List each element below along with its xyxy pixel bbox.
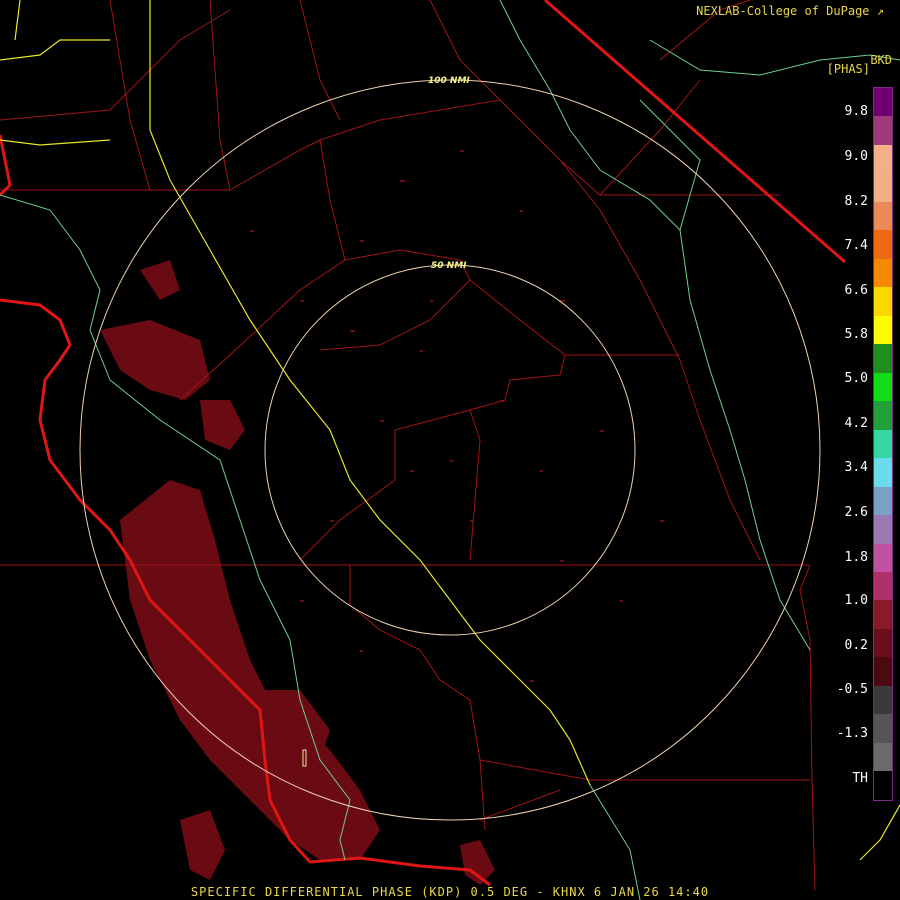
radar-map: 100 NMI 50 NMI [0,0,900,900]
legend-tick-label: TH [852,771,868,786]
legend-color-swatch [874,230,892,259]
credit-label: NEXLAB-College of DuPage ↗ [696,4,884,18]
legend-tick-label: 8.2 [844,194,868,209]
legend-tick-label: -1.3 [836,726,868,741]
legend-tick-label: 2.6 [844,505,868,520]
legend-tick-label: 5.0 [844,371,868,386]
legend-color-swatch [874,486,892,516]
legend-color-swatch [874,628,892,658]
clutter-layer [250,150,664,682]
legend-color-swatch [874,685,892,715]
state-border-diagonal [544,0,846,264]
legend-color-swatch [874,657,892,686]
secondary-lines [0,0,900,900]
radar-display: 100 NMI 50 NMI NEXLAB-College of DuPage … [0,0,900,900]
legend-color-swatch [874,571,892,601]
legend-color-swatch [874,201,892,231]
legend-color-swatch [874,600,892,629]
legend-color-swatch [874,88,892,117]
product-caption: SPECIFIC DIFFERENTIAL PHASE (KDP) 0.5 DE… [190,885,710,899]
legend-color-swatch [874,742,892,772]
legend-color-swatch [874,344,892,373]
legend-top-label: BKD [870,53,892,67]
legend-tick-label: 4.2 [844,416,868,431]
legend-tick-label: 7.4 [844,238,868,253]
range-ring-label-outer: 100 NMI [428,76,470,86]
legend-color-swatch [874,515,892,544]
legend-tick-label: 9.0 [844,149,868,164]
arrow-icon: ↗ [876,4,884,18]
legend-tick-label: -0.5 [836,682,868,697]
legend-tick-label: 9.8 [844,104,868,119]
legend-color-swatch [874,458,892,487]
legend-colorbar [873,87,893,801]
highway-lines [0,0,900,861]
legend-color-swatch [874,771,892,800]
county-boundaries [0,0,816,891]
legend-color-swatch [874,315,892,345]
legend-color-swatch [874,287,892,316]
legend-tick-label: 1.0 [844,593,868,608]
legend-tick-label: 1.8 [844,550,868,565]
range-ring-label-inner: 50 NMI [431,261,467,271]
legend-color-swatch [874,116,892,145]
range-ring-50 [264,264,636,636]
legend-tick-label: 0.2 [844,638,868,653]
echo-layer [100,260,495,885]
legend-unit-label: [PHAS] [826,62,870,76]
legend-color-swatch [874,543,892,572]
legend-tick-label: 6.6 [844,283,868,298]
legend-tick-label: 3.4 [844,460,868,475]
credit-text: NEXLAB-College of DuPage [696,4,870,18]
legend-color-swatch [874,372,892,402]
legend-tick-label: 5.8 [844,327,868,342]
legend-color-swatch [874,714,892,743]
legend-color-swatch [874,258,892,288]
legend-color-swatch [874,401,892,430]
legend-color-swatch [874,429,892,459]
legend-color-swatch [874,144,892,174]
legend-color-swatch [874,173,892,202]
